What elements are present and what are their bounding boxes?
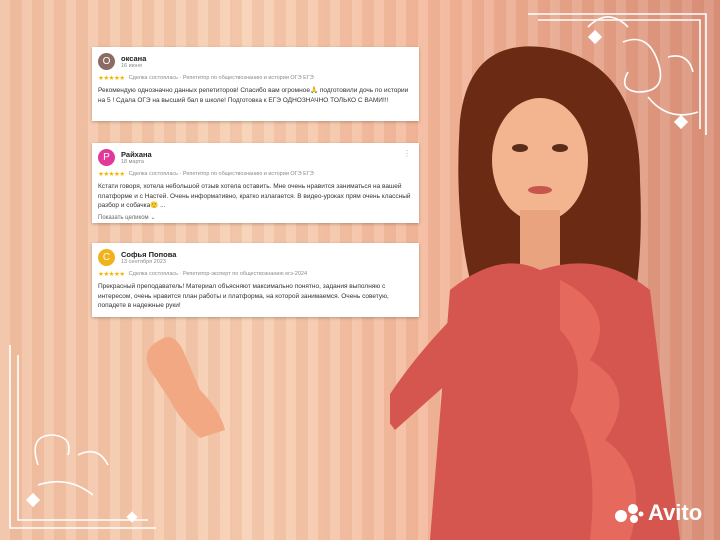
review-date: 16 июня <box>121 62 142 69</box>
review-date: 13 сентября 2023 <box>121 258 166 265</box>
review-meta: Сделка состоялась · Репетитор-эксперт по… <box>128 271 308 277</box>
avatar: С <box>98 249 115 266</box>
review-text: Прекрасный преподаватель! Материал объяс… <box>98 283 389 309</box>
rating-stars: ★★★★★ <box>98 171 125 178</box>
show-full-link[interactable]: Показать целиком ⌄ <box>98 214 413 221</box>
avito-brand-text: Avito <box>648 500 703 525</box>
more-options-icon[interactable]: ⋮ <box>403 149 411 158</box>
rating-stars: ★★★★★ <box>98 271 125 278</box>
reviewer-name: оксана <box>121 53 147 63</box>
avito-logo-icon <box>615 504 644 523</box>
review-text: Кстати говоря, хотела небольшой отзыв хо… <box>98 183 411 209</box>
reviewer-name: Софья Попова <box>121 249 177 259</box>
ornament-frame-bottom-left <box>9 345 156 529</box>
avito-watermark: Avito <box>614 500 702 526</box>
rating-stars: ★★★★★ <box>98 75 125 82</box>
review-text: Рекомендую однозначно данных репетиторов… <box>98 87 409 104</box>
review-meta: Сделка состоялась · Репетитор по обществ… <box>128 75 314 81</box>
review-card: ⋮ Р Райхана 18 марта ★★★★★ Сделка состоя… <box>92 143 419 223</box>
avatar: Р <box>98 149 115 166</box>
review-meta: Сделка состоялась · Репетитор по обществ… <box>128 171 314 177</box>
review-card: С Софья Попова 13 сентября 2023 ★★★★★ Сд… <box>92 243 419 317</box>
avatar: О <box>98 53 115 70</box>
ornament-frame-top-right <box>528 13 707 135</box>
review-date: 18 марта <box>121 158 144 165</box>
reviewer-name: Райхана <box>121 149 152 159</box>
review-card: О оксана 16 июня ★★★★★ Сделка состоялась… <box>92 47 419 121</box>
